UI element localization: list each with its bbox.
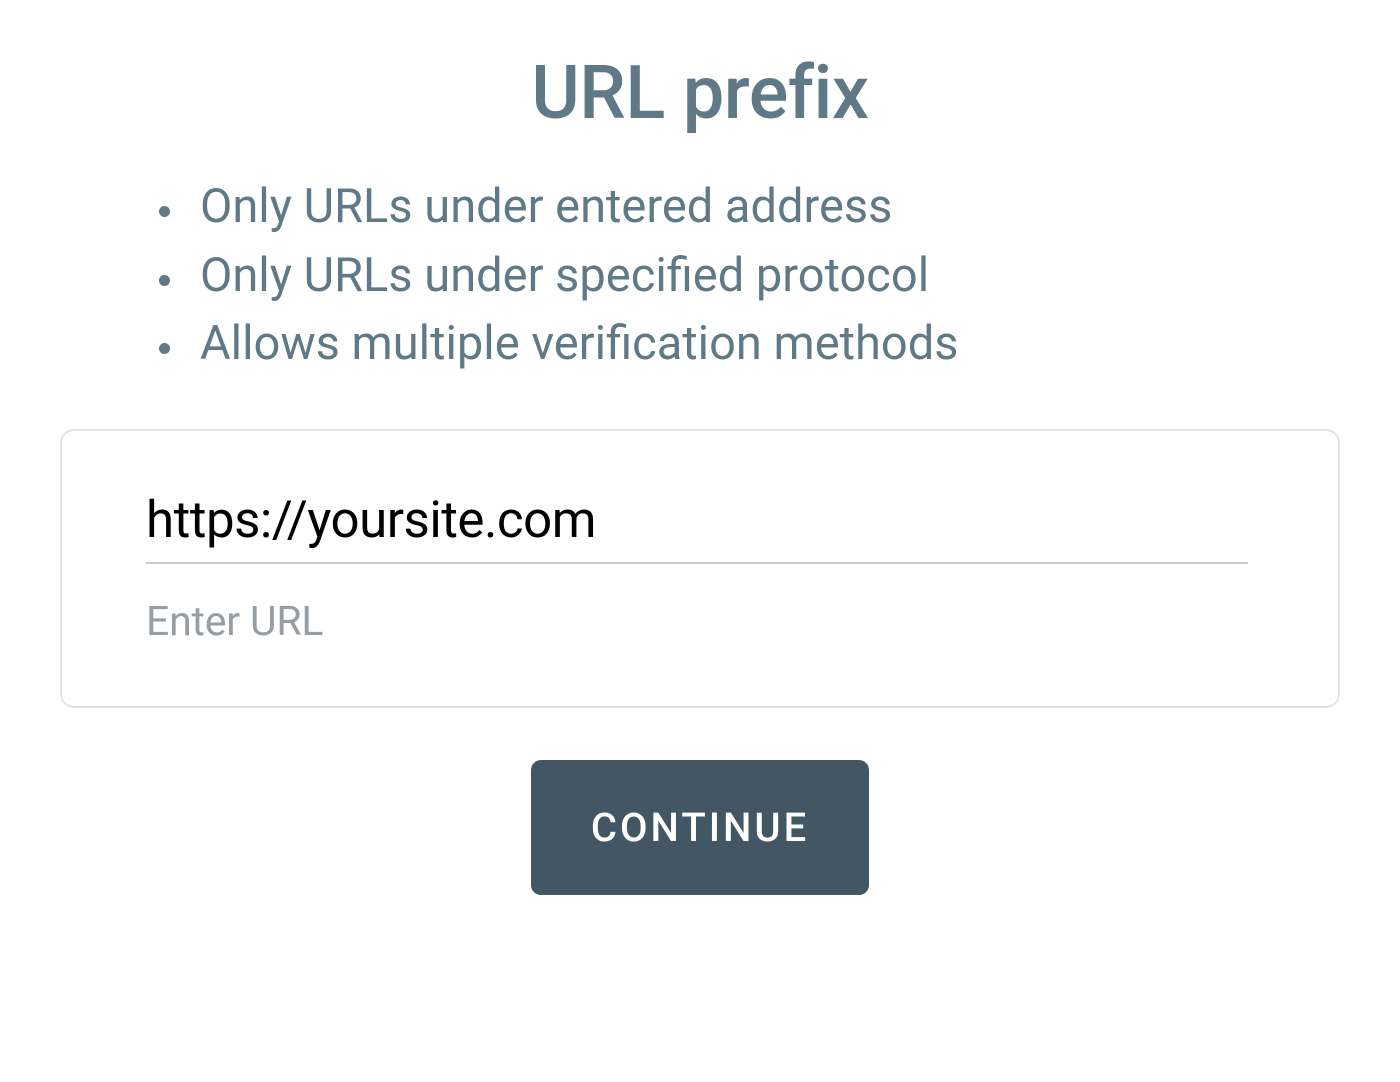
continue-button[interactable]: CONTINUE [531, 760, 869, 895]
page-title: URL prefix [60, 50, 1340, 137]
list-item: Allows multiple verification methods [188, 310, 1300, 379]
feature-list: Only URLs under entered address Only URL… [120, 173, 1300, 379]
url-helper-text: Enter URL [146, 598, 1248, 646]
list-item: Only URLs under specified protocol [188, 242, 1300, 311]
button-row: CONTINUE [60, 760, 1340, 895]
url-input[interactable] [146, 491, 1248, 564]
list-item: Only URLs under entered address [188, 173, 1300, 242]
url-input-card: Enter URL [60, 429, 1340, 708]
